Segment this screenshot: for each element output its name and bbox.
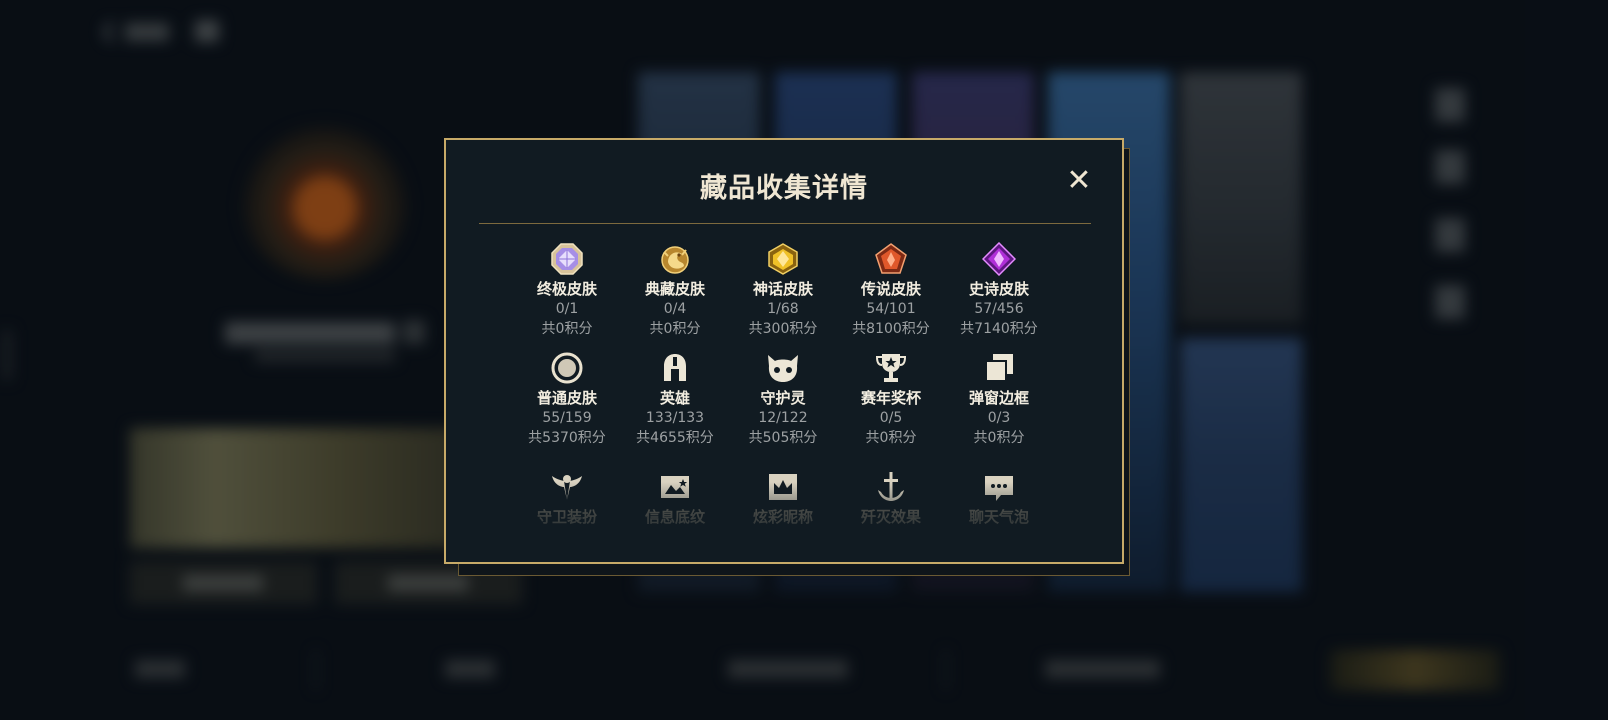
collection-item-myth-skin[interactable]: 神话皮肤 1/68 共300积分 — [728, 242, 838, 339]
item-points: 共300积分 — [748, 321, 818, 337]
item-name: 终极皮肤 — [536, 280, 597, 298]
item-points: 共0积分 — [973, 430, 1025, 446]
collection-item-info-pattern[interactable]: 信息底纹 — [620, 470, 730, 527]
chat-bubble-icon — [981, 470, 1017, 504]
item-count: 1/68 — [767, 301, 799, 317]
octagon-gem-icon — [549, 242, 585, 276]
pentagon-gem-icon — [873, 242, 909, 276]
collection-item-legend-skin[interactable]: 传说皮肤 54/101 共8100积分 — [836, 242, 946, 339]
item-points: 共0积分 — [649, 321, 701, 337]
item-points: 共0积分 — [541, 321, 593, 337]
item-name: 炫彩昵称 — [752, 508, 813, 526]
collection-grid: 终极皮肤 0/1 共0积分 典藏皮肤 0/4 共0积分 神话皮肤 1/68 共3… — [512, 242, 1072, 542]
hexagon-gem-icon — [765, 242, 801, 276]
item-name: 英雄 — [659, 389, 690, 407]
item-count: 0/5 — [879, 410, 903, 426]
item-points: 共4655积分 — [636, 430, 714, 446]
item-name: 守护灵 — [760, 389, 806, 407]
item-points: 共505积分 — [748, 430, 818, 446]
item-points: 共8100积分 — [852, 321, 930, 337]
item-name: 史诗皮肤 — [968, 280, 1029, 298]
info-card-icon — [657, 470, 693, 504]
modal-title: 藏品收集详情 — [700, 173, 868, 204]
collection-item-colorful-nickname[interactable]: 炫彩昵称 — [728, 470, 838, 527]
ring-icon — [549, 351, 585, 385]
collection-item-ward-skin[interactable]: 守卫装扮 — [512, 470, 622, 527]
dragon-emblem-icon — [657, 242, 693, 276]
item-name: 典藏皮肤 — [644, 280, 705, 298]
title-divider — [479, 223, 1091, 224]
collection-details-modal: 藏品收集详情 ✕ 终极皮肤 0/1 共0积分 典藏皮肤 0/4 共0积分 神话皮… — [444, 138, 1124, 564]
item-points: 共0积分 — [865, 430, 917, 446]
item-name: 神话皮肤 — [752, 280, 813, 298]
collection-item-collector-skin[interactable]: 典藏皮肤 0/4 共0积分 — [620, 242, 730, 339]
helmet-icon — [657, 351, 693, 385]
collection-item-normal-skin[interactable]: 普通皮肤 55/159 共5370积分 — [512, 351, 622, 448]
item-name: 信息底纹 — [644, 508, 705, 526]
collection-item-guardian-spirit[interactable]: 守护灵 12/122 共505积分 — [728, 351, 838, 448]
collection-item-season-trophy[interactable]: 赛年奖杯 0/5 共0积分 — [836, 351, 946, 448]
item-name: 守卫装扮 — [536, 508, 597, 526]
spirit-pet-icon — [765, 351, 801, 385]
item-name: 传说皮肤 — [860, 280, 921, 298]
item-name: 歼灭效果 — [860, 508, 921, 526]
close-icon[interactable]: ✕ — [1064, 166, 1094, 196]
item-count: 0/1 — [555, 301, 579, 317]
collection-item-kill-effect[interactable]: 歼灭效果 — [836, 470, 946, 527]
trophy-icon — [873, 351, 909, 385]
item-name: 普通皮肤 — [536, 389, 597, 407]
diamond-gem-icon — [981, 242, 1017, 276]
item-name: 赛年奖杯 — [860, 389, 921, 407]
item-count: 12/122 — [758, 410, 808, 426]
collection-item-chat-bubble[interactable]: 聊天气泡 — [944, 470, 1054, 527]
item-count: 133/133 — [645, 410, 705, 426]
item-name: 弹窗边框 — [968, 389, 1029, 407]
collection-item-epic-skin[interactable]: 史诗皮肤 57/456 共7140积分 — [944, 242, 1054, 339]
item-count: 57/456 — [974, 301, 1024, 317]
item-points: 共7140积分 — [960, 321, 1038, 337]
item-count: 54/101 — [866, 301, 916, 317]
item-points: 共5370积分 — [528, 430, 606, 446]
ward-icon — [549, 470, 585, 504]
item-count: 0/4 — [663, 301, 687, 317]
collection-item-hero[interactable]: 英雄 133/133 共4655积分 — [620, 351, 730, 448]
item-count: 55/159 — [542, 410, 592, 426]
crown-nameplate-icon — [765, 470, 801, 504]
anchor-sword-icon — [873, 470, 909, 504]
frame-stack-icon — [981, 351, 1017, 385]
item-name: 聊天气泡 — [968, 508, 1029, 526]
item-count: 0/3 — [987, 410, 1011, 426]
collection-item-popup-frame[interactable]: 弹窗边框 0/3 共0积分 — [944, 351, 1054, 448]
collection-item-ultimate-skin[interactable]: 终极皮肤 0/1 共0积分 — [512, 242, 622, 339]
